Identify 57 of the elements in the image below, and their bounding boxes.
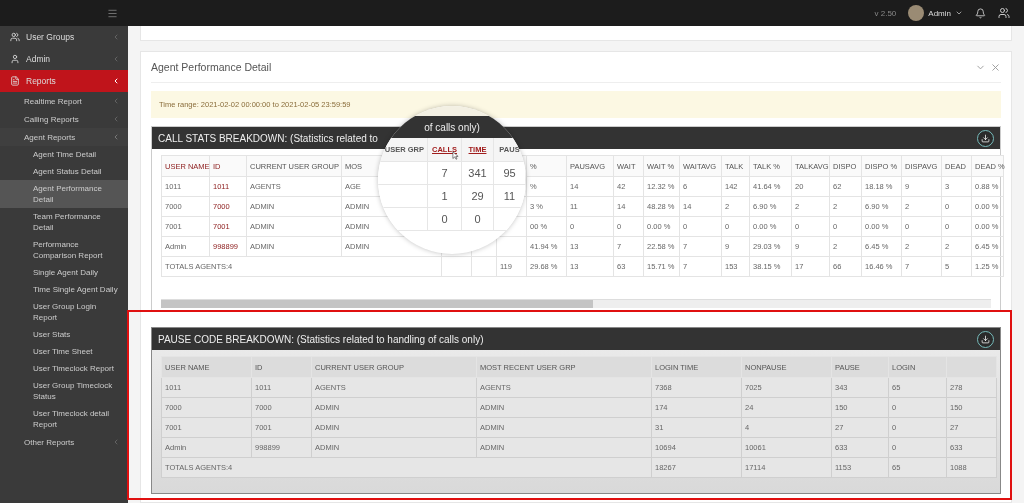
avatar (908, 5, 925, 21)
sidebar-item[interactable]: Agent Performance Detail (0, 180, 128, 208)
magnified-cell: 11 (494, 185, 526, 208)
scrollbar[interactable] (161, 299, 991, 308)
sidebar-item[interactable]: User Group Login Report (0, 298, 128, 326)
caret-icon (955, 9, 963, 17)
chevron-icon (112, 55, 120, 63)
magnified-title: of calls only) (424, 121, 480, 133)
sidebar-item[interactable]: Single Agent Daily (0, 264, 128, 281)
magnified-cell: 0 (462, 208, 494, 231)
sidebar-item[interactable]: Reports (0, 70, 128, 92)
menu-item-icon (10, 32, 20, 42)
sidebar-item[interactable]: Agent Status Detail (0, 163, 128, 180)
users-icon[interactable] (998, 7, 1010, 19)
magnified-cell: 1 (428, 185, 462, 208)
menu-icon[interactable] (107, 7, 118, 19)
version-label: v 2.50 (874, 8, 897, 18)
magnified-cell: 29 (462, 185, 494, 208)
download-button[interactable] (977, 129, 994, 147)
sidebar-item[interactable]: User Stats (0, 326, 128, 343)
sidebar-item[interactable]: Calling Reports (0, 110, 128, 128)
magnified-cell (378, 185, 428, 208)
menu-item-icon (10, 54, 20, 64)
download-icon (981, 334, 990, 344)
menu-item-icon (10, 76, 20, 86)
sidebar-item[interactable]: Admin (0, 48, 128, 70)
sidebar-item[interactable]: Realtime Report (0, 92, 128, 110)
magnified-cell: 0 (428, 208, 462, 231)
close-icon[interactable] (990, 61, 1001, 73)
cursor-icon (452, 151, 459, 160)
magnified-cell: 341 (462, 162, 494, 185)
sidebar-item[interactable]: Other Reports (0, 433, 128, 451)
chevron-icon (112, 33, 120, 41)
chevron-icon (112, 133, 120, 141)
bell-icon[interactable] (975, 7, 986, 19)
sidebar-item[interactable]: User Time Sheet (0, 343, 128, 360)
sidebar-item[interactable]: Team Performance Detail (0, 208, 128, 236)
panel-title: Agent Performance Detail (151, 61, 272, 73)
download-icon (981, 133, 990, 143)
magnified-cell: 95 (494, 162, 526, 185)
card-title: PAUSE CODE BREAKDOWN: (Statistics related to handling of calls only) (158, 333, 484, 345)
chevron-icon (112, 77, 120, 85)
chevron-icon (112, 438, 120, 446)
sidebar-item[interactable]: Performance Comparison Report (0, 236, 128, 264)
user-menu[interactable]: Admin (908, 5, 963, 21)
card-title: CALL STATS BREAKDOWN: (Statistics related to (158, 132, 378, 144)
sidebar-item[interactable]: User Timeclock detail Report (0, 405, 128, 433)
sidebar-item[interactable]: Agent Time Detail (0, 146, 128, 163)
sidebar-item[interactable]: User Groups (0, 26, 128, 48)
sidebar-item[interactable]: Time Single Agent Daily (0, 281, 128, 298)
sidebar-item[interactable]: User Timeclock Report (0, 360, 128, 377)
sidebar-item[interactable]: User Group Timeclock Status (0, 377, 128, 405)
sidebar-item[interactable]: Agent Reports (0, 128, 128, 146)
chevron-icon (112, 115, 120, 123)
download-button[interactable] (977, 330, 994, 348)
chevron-icon (112, 97, 120, 105)
magnified-cell: 7 (428, 162, 462, 185)
